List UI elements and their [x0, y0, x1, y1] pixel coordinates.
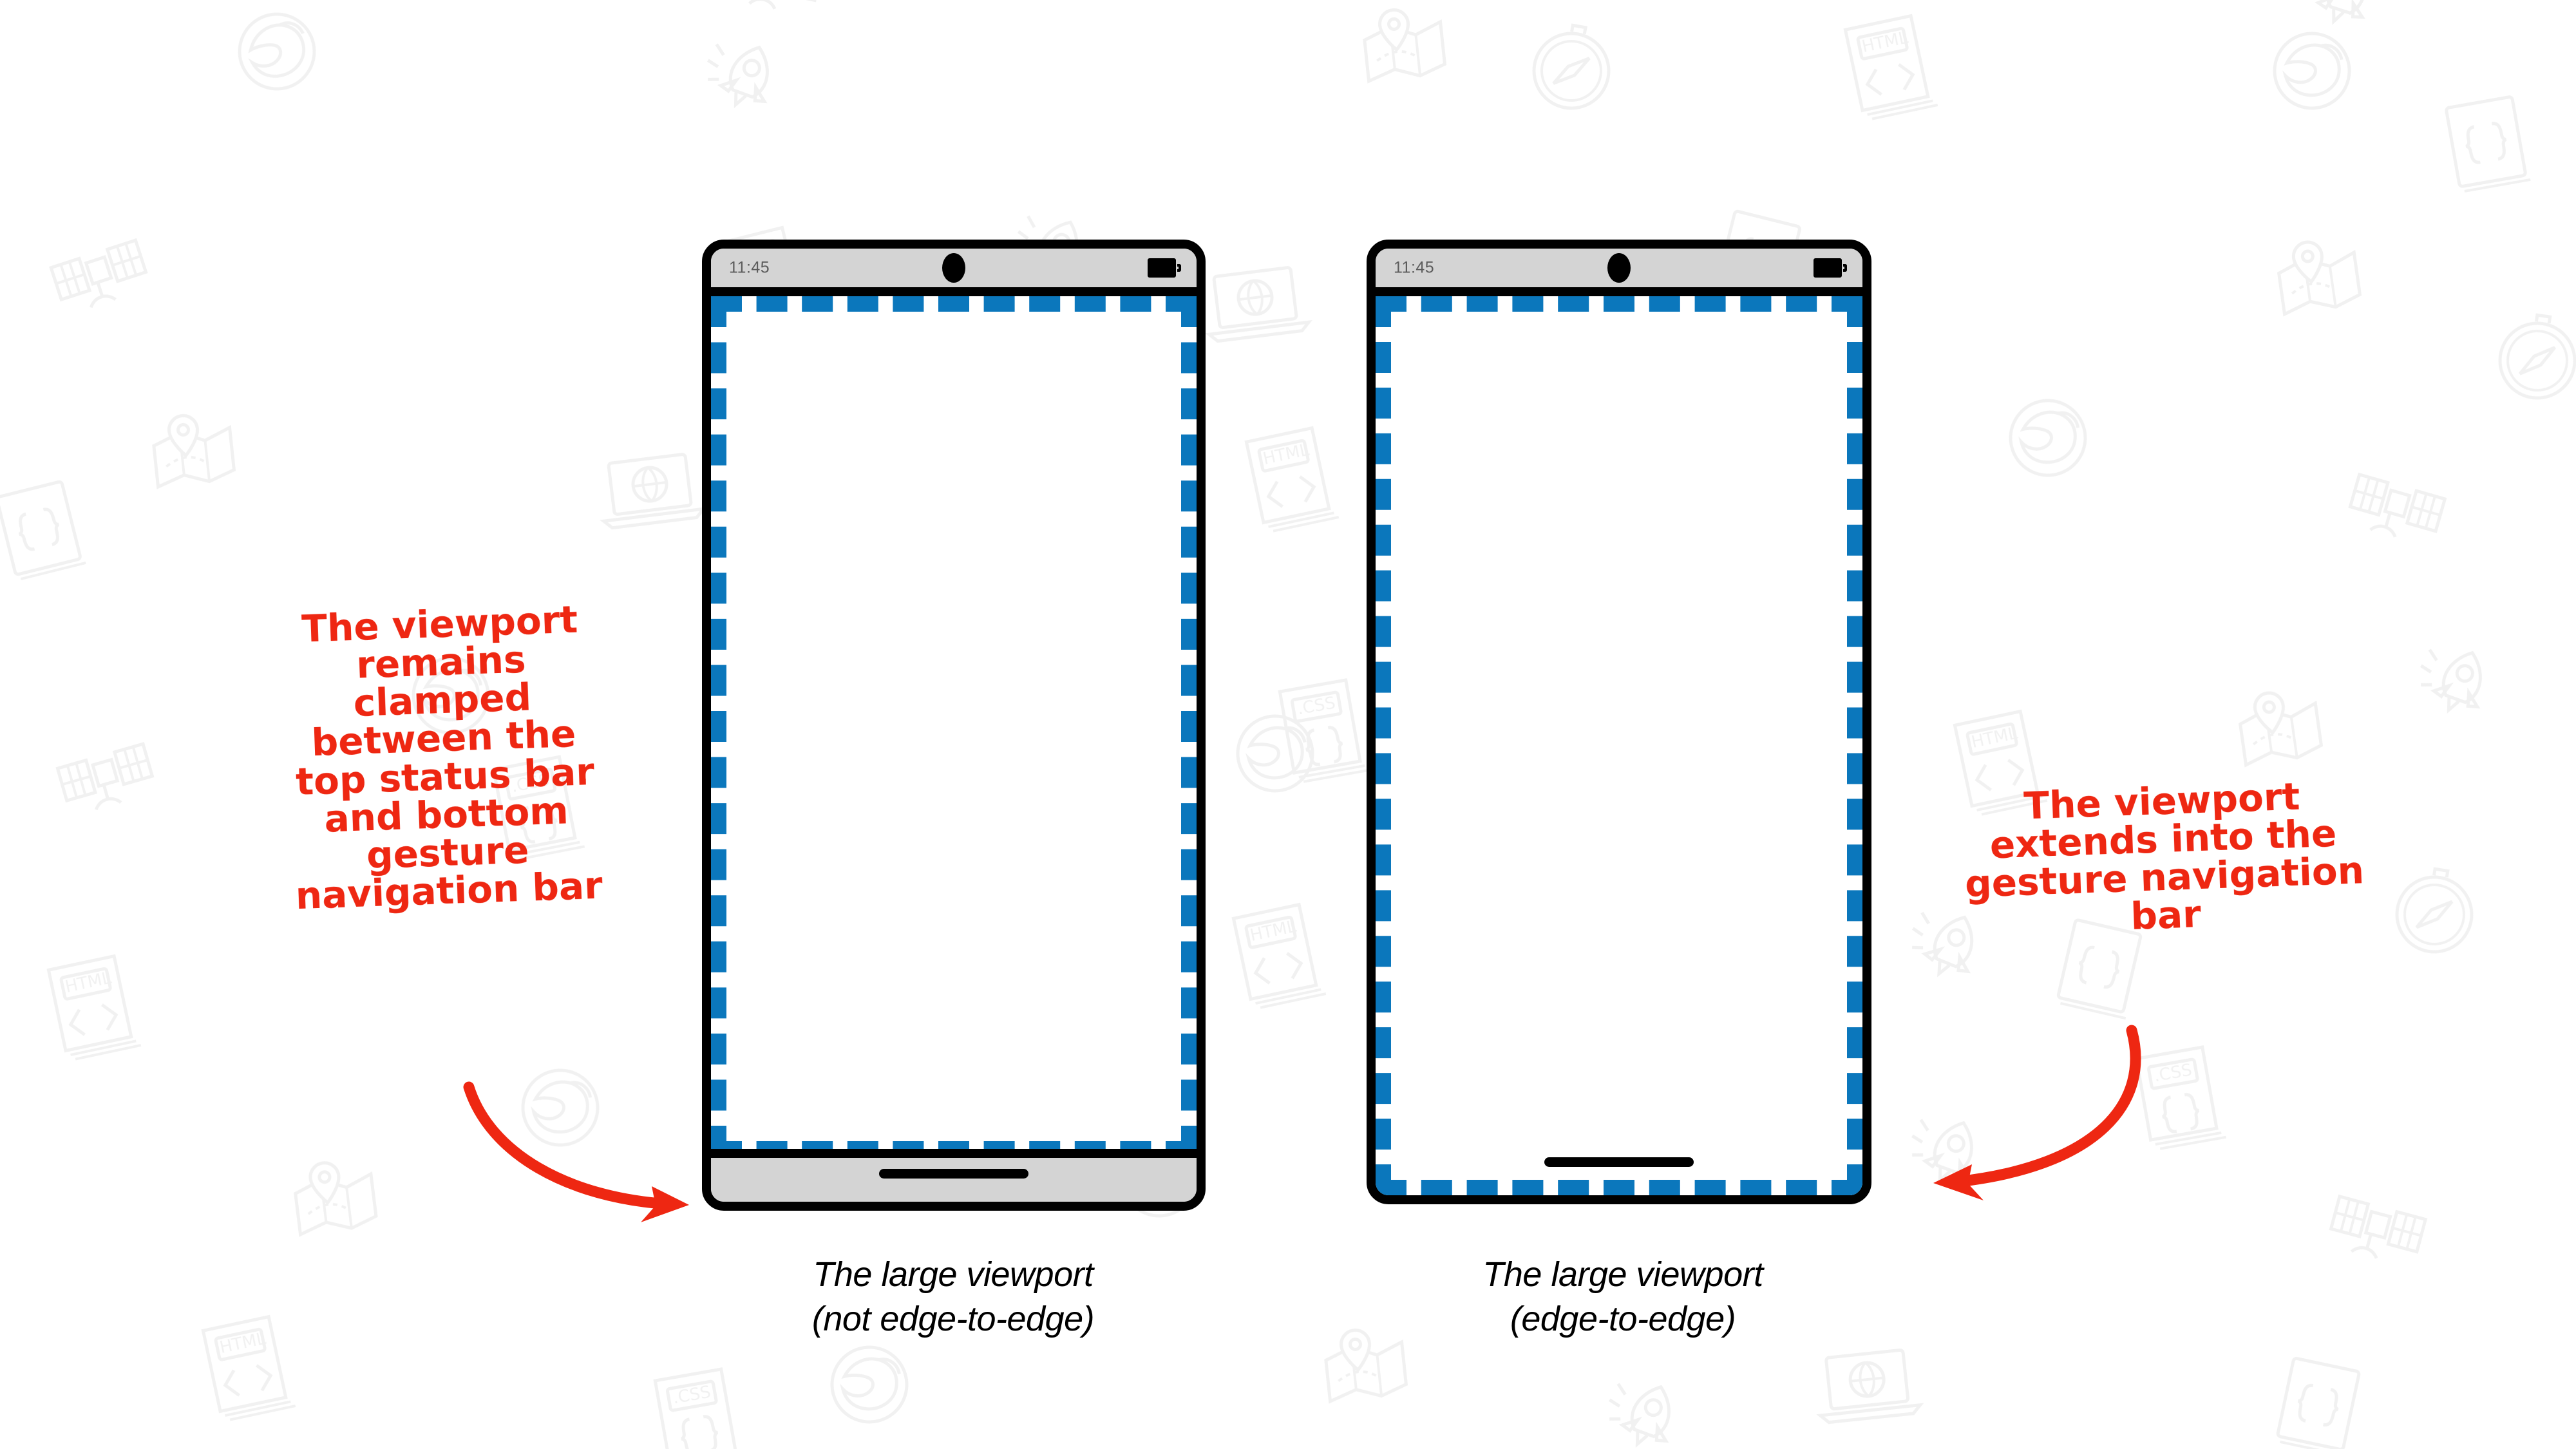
- annotation-left: The viewport remains clamped between the…: [294, 597, 603, 918]
- camera-punch-hole-icon: [942, 253, 965, 283]
- annotation-arrow-right: [1933, 1025, 2141, 1200]
- large-viewport-outline: [711, 296, 1197, 1157]
- status-bar-time: 11:45: [729, 258, 770, 277]
- status-bar: 11:45: [711, 249, 1197, 296]
- status-bar: 11:45: [1376, 249, 1862, 296]
- annotation-right: The viewport extends into the gesture na…: [1964, 774, 2365, 939]
- phone-mockup-edge-to-edge: 11:45: [1367, 240, 1871, 1204]
- battery-full-icon: [1148, 258, 1181, 278]
- camera-punch-hole-icon: [1607, 253, 1631, 283]
- battery-full-icon: [1814, 258, 1847, 278]
- caption-not-edge-to-edge: The large viewport (not edge-to-edge): [811, 1255, 1095, 1339]
- gesture-handle-icon[interactable]: [879, 1169, 1028, 1179]
- phone-mockup-not-edge-to-edge: 11:45: [702, 240, 1206, 1211]
- large-viewport-outline: [1376, 296, 1862, 1195]
- gesture-handle-icon[interactable]: [1544, 1157, 1694, 1167]
- gesture-navigation-bar: [711, 1149, 1197, 1202]
- caption-edge-to-edge: The large viewport (edge-to-edge): [1482, 1255, 1763, 1339]
- status-bar-time: 11:45: [1394, 258, 1435, 277]
- diagram-canvas: .HTML .CSS: [0, 0, 2576, 1449]
- annotation-arrow-left: [463, 1081, 689, 1222]
